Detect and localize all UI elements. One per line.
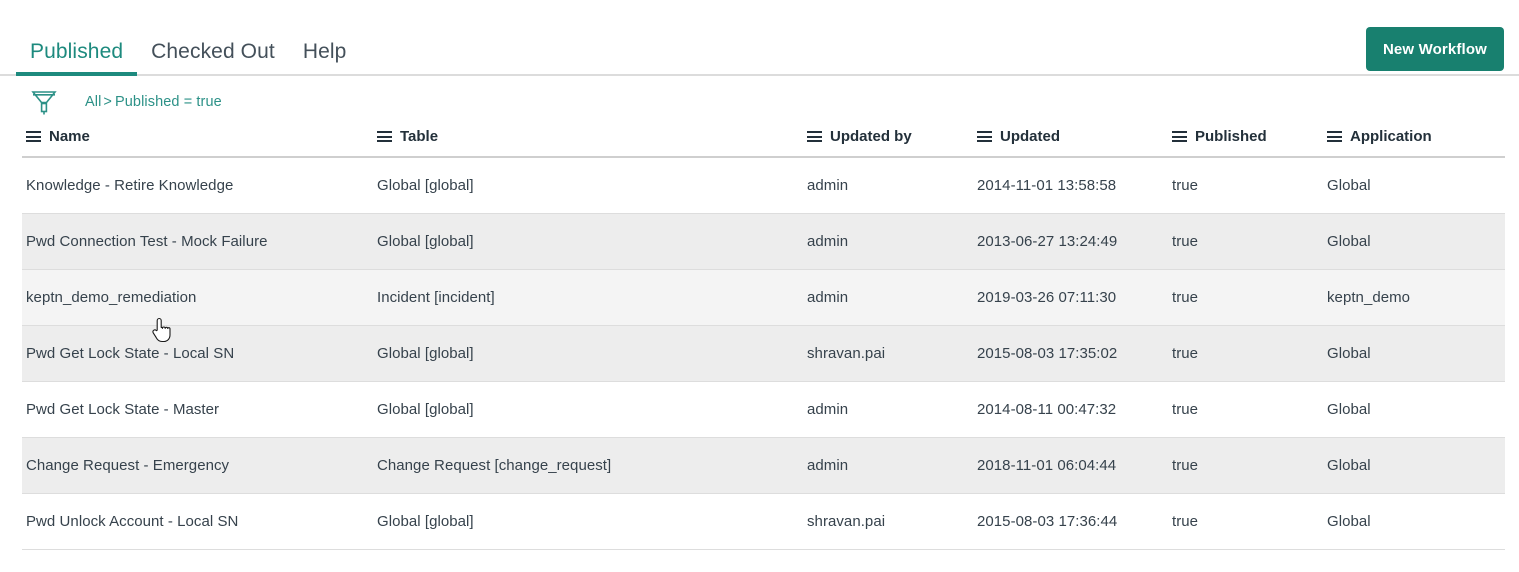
workflow-table-container: Name Table Updated by Updated Published Appli…: [0, 128, 1519, 550]
top-bar: Published Checked Out Help New Workflow: [0, 0, 1519, 76]
cell-published: true: [1172, 213, 1327, 270]
funnel-icon[interactable]: [30, 87, 58, 117]
breadcrumb-root[interactable]: All: [85, 94, 101, 110]
cell-updated_by: admin: [807, 437, 977, 494]
cell-application: Global: [1327, 437, 1505, 494]
cell-table: Global [global]: [377, 493, 807, 550]
tab-published[interactable]: Published: [16, 41, 138, 76]
table-body: Knowledge - Retire Knowledge Global [glob…: [22, 157, 1505, 550]
table-header-row: Name Table Updated by Updated Published Appli…: [22, 128, 1505, 158]
cell-table: Change Request [change_request]: [377, 437, 807, 494]
cell-application: Global: [1327, 213, 1505, 270]
tab-checked-out[interactable]: Checked Out: [137, 41, 289, 74]
column-header-application[interactable]: Application: [1327, 128, 1505, 158]
hamburger-icon[interactable]: [807, 131, 822, 142]
workflow-table: Name Table Updated by Updated Published Appli…: [22, 128, 1505, 550]
cell-table: Global [global]: [377, 157, 807, 214]
table-row[interactable]: Change Request - Emergency Change Request…: [22, 437, 1505, 494]
cell-name[interactable]: Change Request - Emergency: [22, 437, 377, 494]
cell-published: true: [1172, 269, 1327, 326]
cell-published: true: [1172, 325, 1327, 382]
tab-help[interactable]: Help: [289, 41, 361, 74]
cell-table: Global [global]: [377, 325, 807, 382]
table-row[interactable]: Knowledge - Retire Knowledge Global [glob…: [22, 157, 1505, 214]
cell-updated_by: admin: [807, 381, 977, 438]
cell-updated_by: shravan.pai: [807, 493, 977, 550]
column-header-updated_by[interactable]: Updated by: [807, 128, 977, 158]
cell-updated: 2019-03-26 07:11:30: [977, 269, 1172, 326]
column-header-table[interactable]: Table: [377, 128, 807, 158]
column-header-name[interactable]: Name: [22, 128, 377, 158]
cell-updated_by: admin: [807, 157, 977, 214]
hamburger-icon[interactable]: [1327, 131, 1342, 142]
cell-updated_by: admin: [807, 213, 977, 270]
column-header-updated[interactable]: Updated: [977, 128, 1172, 158]
cell-table: Global [global]: [377, 381, 807, 438]
cell-name[interactable]: Pwd Connection Test - Mock Failure: [22, 213, 377, 270]
cell-application: Global: [1327, 157, 1505, 214]
column-header-label: Updated: [1000, 128, 1060, 145]
breadcrumb-separator: >: [103, 94, 112, 110]
cell-updated: 2014-08-11 00:47:32: [977, 381, 1172, 438]
cell-published: true: [1172, 493, 1327, 550]
column-header-label: Application: [1350, 128, 1432, 145]
cell-updated: 2013-06-27 13:24:49: [977, 213, 1172, 270]
cell-published: true: [1172, 381, 1327, 438]
cell-updated: 2015-08-03 17:36:44: [977, 493, 1172, 550]
cell-name[interactable]: Pwd Get Lock State - Master: [22, 381, 377, 438]
table-row[interactable]: Pwd Get Lock State - Local SN Global [glo…: [22, 325, 1505, 382]
cell-table: Global [global]: [377, 213, 807, 270]
column-header-label: Updated by: [830, 128, 912, 145]
cell-updated: 2014-11-01 13:58:58: [977, 157, 1172, 214]
cell-name[interactable]: Knowledge - Retire Knowledge: [22, 157, 377, 214]
cell-published: true: [1172, 157, 1327, 214]
table-row[interactable]: Pwd Get Lock State - Master Global [globa…: [22, 381, 1505, 438]
filter-bar: All > Published = true: [0, 76, 1519, 128]
cell-updated: 2015-08-03 17:35:02: [977, 325, 1172, 382]
column-header-published[interactable]: Published: [1172, 128, 1327, 158]
hamburger-icon[interactable]: [377, 131, 392, 142]
table-header: Name Table Updated by Updated Published Appli…: [22, 128, 1505, 158]
column-header-label: Table: [400, 128, 439, 145]
hamburger-icon[interactable]: [26, 131, 41, 142]
cell-name[interactable]: Pwd Get Lock State - Local SN: [22, 325, 377, 382]
table-row[interactable]: keptn_demo_remediation Incident [incident…: [22, 269, 1505, 326]
cell-application: Global: [1327, 325, 1505, 382]
table-row[interactable]: Pwd Unlock Account - Local SN Global [glo…: [22, 493, 1505, 550]
tab-strip: Published Checked Out Help: [0, 28, 1519, 76]
column-header-label: Published: [1195, 128, 1267, 145]
column-header-label: Name: [49, 128, 90, 145]
cell-updated: 2018-11-01 06:04:44: [977, 437, 1172, 494]
cell-name[interactable]: keptn_demo_remediation: [22, 269, 377, 326]
cell-application: keptn_demo: [1327, 269, 1505, 326]
breadcrumb: All > Published = true: [85, 94, 222, 110]
cell-application: Global: [1327, 381, 1505, 438]
cell-application: Global: [1327, 493, 1505, 550]
cell-updated_by: admin: [807, 269, 977, 326]
breadcrumb-condition[interactable]: Published = true: [115, 94, 222, 110]
cell-updated_by: shravan.pai: [807, 325, 977, 382]
new-workflow-button[interactable]: New Workflow: [1365, 27, 1504, 71]
cell-name[interactable]: Pwd Unlock Account - Local SN: [22, 493, 377, 550]
hamburger-icon[interactable]: [1172, 131, 1187, 142]
table-row[interactable]: Pwd Connection Test - Mock Failure Global…: [22, 213, 1505, 270]
cell-published: true: [1172, 437, 1327, 494]
hamburger-icon[interactable]: [977, 131, 992, 142]
cell-table: Incident [incident]: [377, 269, 807, 326]
